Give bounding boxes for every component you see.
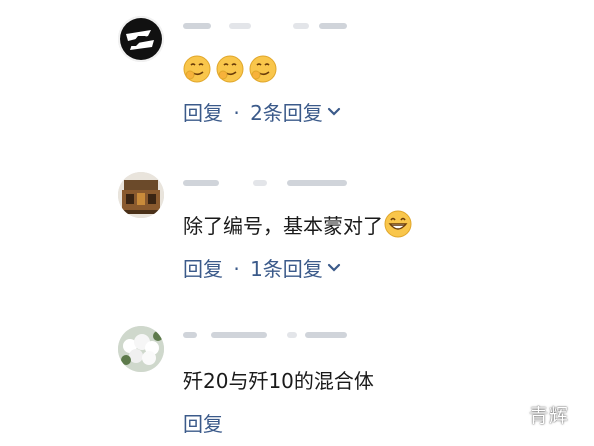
user-avatar[interactable]	[118, 326, 164, 372]
user-avatar[interactable]	[118, 172, 164, 218]
watermark: 青辉	[529, 405, 570, 427]
user-avatar[interactable]	[118, 16, 164, 62]
comment-text: 除了编号，基本蒙对了	[183, 210, 412, 240]
username-blurred[interactable]	[183, 16, 353, 36]
comment-text: 歼20与歼10的混合体	[183, 369, 374, 393]
emoji-content	[183, 55, 277, 85]
avatar-image	[118, 16, 164, 62]
reply-actions: 回复 · 1条回复	[183, 255, 341, 283]
reply-button[interactable]: 回复	[183, 257, 223, 281]
smirk-emoji-icon	[183, 55, 211, 83]
avatar-image	[118, 172, 164, 218]
username-blurred[interactable]	[183, 173, 353, 193]
chevron-down-icon	[327, 263, 340, 272]
smirk-emoji-icon	[249, 55, 277, 83]
reply-button[interactable]: 回复	[183, 101, 223, 125]
replies-count-label: 1条回复	[250, 257, 323, 281]
avatar-image	[118, 326, 164, 372]
smirk-emoji-icon	[216, 55, 244, 83]
username-blurred[interactable]	[183, 325, 353, 345]
separator-dot: ·	[233, 257, 240, 281]
reply-actions: 回复 · 2条回复	[183, 99, 341, 127]
view-replies-button[interactable]: 1条回复	[250, 257, 341, 281]
chevron-down-icon	[327, 107, 340, 116]
reply-actions: 回复	[183, 410, 223, 438]
replies-count-label: 2条回复	[250, 101, 323, 125]
grin-emoji-icon	[384, 210, 412, 238]
separator-dot: ·	[233, 101, 240, 125]
reply-button[interactable]: 回复	[183, 412, 223, 436]
view-replies-button[interactable]: 2条回复	[250, 101, 341, 125]
comment-text-content: 除了编号，基本蒙对了	[183, 214, 383, 238]
